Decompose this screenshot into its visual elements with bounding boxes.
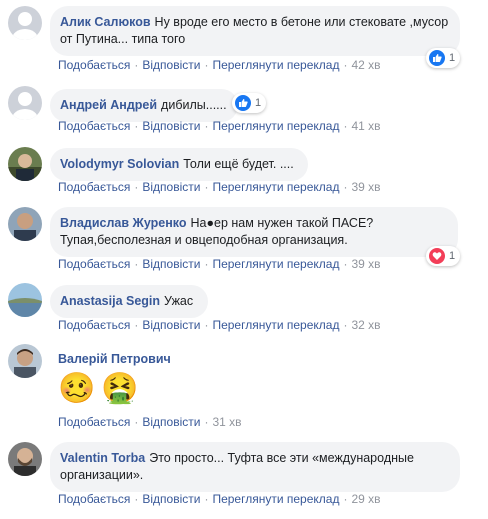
avatar[interactable] — [8, 344, 42, 378]
comment-author[interactable]: Anastasija Segin — [60, 294, 160, 308]
comment-text: Толи ещё будет. .... — [183, 157, 294, 171]
see-translation-link[interactable]: Переглянути переклад — [212, 119, 339, 133]
timestamp[interactable]: 32 хв — [351, 318, 380, 332]
reply-link[interactable]: Відповісти — [142, 492, 200, 506]
comment-bubble: Владислав Журенко На●ер нам нужен такой П… — [50, 207, 458, 257]
reply-link[interactable]: Відповісти — [142, 257, 200, 271]
comment-author[interactable]: Владислав Журенко — [60, 216, 187, 230]
woozy-face-icon: 🥴 — [58, 372, 96, 405]
comment-author[interactable]: Valentin Torba — [60, 451, 145, 465]
comment-author[interactable]: Volodymyr Solovian — [60, 157, 179, 171]
timestamp[interactable]: 39 хв — [351, 180, 380, 194]
like-link[interactable]: Подобається — [58, 119, 130, 133]
comment-bubble: Anastasija Segin Ужас — [50, 285, 208, 318]
reply-link[interactable]: Відповісти — [142, 180, 200, 194]
see-translation-link[interactable]: Переглянути переклад — [212, 318, 339, 332]
avatar[interactable] — [8, 6, 42, 40]
comment-author[interactable]: Андрей Андрей — [60, 98, 157, 112]
comment-bubble: Андрей Андрей дибилы...... — [50, 89, 238, 122]
comment-actions: Подобається · Відповісти · 31 хв — [58, 415, 242, 429]
comment-text: дибилы...... — [161, 98, 227, 112]
timestamp[interactable]: 41 хв — [351, 119, 380, 133]
comment-actions: Подобається · Відповісти · Переглянути перек… — [58, 58, 381, 72]
like-icon — [235, 95, 251, 111]
comment-actions: Подобається · Відповісти · Переглянути перек… — [58, 119, 381, 133]
reaction-count[interactable]: 1 — [232, 93, 267, 113]
timestamp[interactable]: 39 хв — [351, 257, 380, 271]
comment-bubble: Алик Салюков Ну вроде его место в бетоне … — [50, 6, 460, 56]
avatar[interactable] — [8, 147, 42, 181]
timestamp[interactable]: 42 хв — [351, 58, 380, 72]
like-link[interactable]: Подобається — [58, 58, 130, 72]
vomiting-face-icon: 🤮 — [101, 372, 139, 405]
reaction-count[interactable]: 1 — [426, 246, 461, 266]
see-translation-link[interactable]: Переглянути переклад — [212, 492, 339, 506]
like-link[interactable]: Подобається — [58, 492, 130, 506]
see-translation-link[interactable]: Переглянути переклад — [212, 58, 339, 72]
like-icon — [429, 50, 445, 66]
love-icon — [429, 248, 445, 264]
comment-actions: Подобається · Відповісти · Переглянути перек… — [58, 180, 381, 194]
reply-link[interactable]: Відповісти — [142, 415, 200, 429]
like-link[interactable]: Подобається — [58, 257, 130, 271]
comment-actions: Подобається · Відповісти · Переглянути перек… — [58, 257, 381, 271]
reply-link[interactable]: Відповісти — [142, 318, 200, 332]
reply-link[interactable]: Відповісти — [142, 58, 200, 72]
like-link[interactable]: Подобається — [58, 415, 130, 429]
reaction-count[interactable]: 1 — [426, 48, 461, 68]
comment-author[interactable]: Валерій Петрович — [58, 352, 171, 366]
avatar[interactable] — [8, 442, 42, 476]
avatar[interactable] — [8, 207, 42, 241]
like-link[interactable]: Подобається — [58, 180, 130, 194]
avatar[interactable] — [8, 283, 42, 317]
timestamp[interactable]: 31 хв — [212, 415, 241, 429]
see-translation-link[interactable]: Переглянути переклад — [212, 180, 339, 194]
avatar[interactable] — [8, 86, 42, 120]
comment-author[interactable]: Алик Салюков — [60, 15, 151, 29]
comment-actions: Подобається · Відповісти · Переглянути перек… — [58, 492, 381, 506]
reply-link[interactable]: Відповісти — [142, 119, 200, 133]
emoji-message: 🥴 🤮 — [58, 372, 139, 406]
comment-bubble: Valentin Torba Это просто... Туфта все эт… — [50, 442, 460, 492]
comment-bubble: Volodymyr Solovian Толи ещё будет. .... — [50, 148, 308, 181]
timestamp[interactable]: 29 хв — [351, 492, 380, 506]
comment-actions: Подобається · Відповісти · Переглянути перек… — [58, 318, 381, 332]
comment-text: Ужас — [164, 294, 194, 308]
like-link[interactable]: Подобається — [58, 318, 130, 332]
see-translation-link[interactable]: Переглянути переклад — [212, 257, 339, 271]
